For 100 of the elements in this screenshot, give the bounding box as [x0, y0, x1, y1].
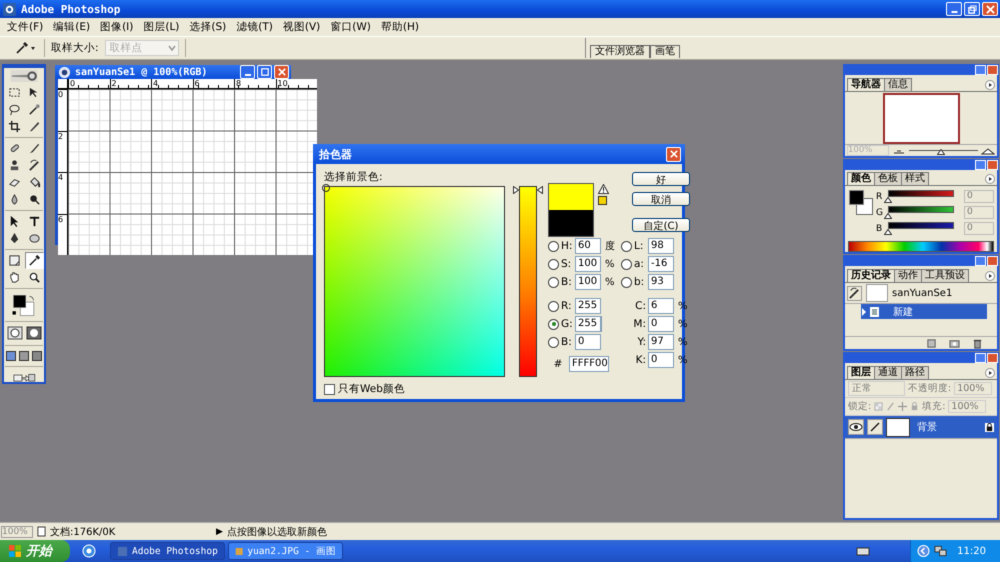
minimize-button[interactable] — [240, 65, 255, 79]
dialog-button[interactable]: 取消 — [632, 192, 690, 206]
keyboard-icon[interactable] — [856, 546, 870, 556]
minimize-button[interactable] — [975, 65, 986, 75]
hex-input-field[interactable]: FFFF00 — [569, 356, 609, 372]
status-menu-arrow[interactable]: ▶ — [216, 526, 223, 536]
palette-tab[interactable]: 文件浏览器 — [590, 45, 650, 58]
camera-icon[interactable] — [949, 338, 960, 348]
radio-button[interactable] — [548, 336, 559, 348]
start-button[interactable]: 开始 — [0, 540, 70, 562]
input-field[interactable]: 0 — [575, 334, 601, 350]
panel-menu-icon[interactable] — [985, 271, 995, 281]
grid-canvas[interactable] — [68, 89, 317, 255]
quick-mask-icon[interactable] — [26, 326, 42, 340]
menu-item[interactable]: 视图(V) — [278, 20, 326, 34]
panel-tab[interactable]: 通道 — [874, 366, 902, 379]
panel-tab[interactable]: 信息 — [884, 78, 912, 91]
taskbar-button[interactable]: yuan2.JPG - 画图 — [228, 542, 343, 560]
chevron-icon[interactable] — [917, 545, 930, 557]
trash-icon[interactable] — [972, 338, 983, 348]
gamut-swatch-icon[interactable] — [598, 196, 607, 205]
network-icon[interactable] — [934, 545, 948, 557]
knife-icon — [28, 120, 40, 134]
minimize-button[interactable] — [975, 353, 986, 363]
input-field[interactable]: 60 — [575, 238, 601, 254]
minimize-button[interactable] — [946, 2, 962, 16]
browser-icon[interactable] — [82, 544, 96, 558]
maximize-button[interactable] — [257, 65, 272, 79]
slider-thumb[interactable] — [513, 186, 544, 194]
brush-icon[interactable] — [867, 419, 883, 435]
radio-button[interactable] — [621, 276, 632, 288]
tool-button[interactable] — [24, 252, 44, 270]
history-state[interactable]: 新建 — [861, 304, 987, 319]
close-button[interactable] — [274, 65, 289, 79]
close-button[interactable] — [987, 256, 998, 266]
panel-tab[interactable]: 历史记录 — [847, 269, 895, 282]
checkerboard-icon[interactable] — [874, 402, 884, 411]
navigator-preview[interactable] — [882, 92, 960, 144]
panel-tab[interactable]: 动作 — [894, 269, 922, 282]
color-spectrum-bar[interactable] — [848, 241, 994, 252]
radio-button[interactable] — [548, 258, 559, 270]
input-field[interactable]: 0 — [648, 316, 674, 332]
minimize-button[interactable] — [975, 160, 986, 170]
input-field[interactable]: 93 — [648, 274, 674, 290]
panel-tab[interactable]: 工具预设 — [921, 269, 969, 282]
warning-triangle-icon[interactable] — [598, 184, 609, 194]
panel-tab[interactable]: 图层 — [847, 366, 875, 379]
close-button[interactable] — [987, 353, 998, 363]
panel-menu-icon[interactable] — [985, 368, 995, 378]
menu-item[interactable]: 文件(F) — [2, 20, 48, 34]
layer-thumbnail — [886, 418, 910, 436]
panel-menu-icon[interactable] — [985, 80, 995, 90]
input-field[interactable]: 255 — [575, 316, 602, 332]
menu-item[interactable]: 选择(S) — [184, 20, 232, 34]
minimize-button[interactable] — [975, 256, 986, 266]
menu-item[interactable]: 图层(L) — [138, 20, 184, 34]
restore-button[interactable] — [964, 2, 980, 16]
radio-button[interactable] — [621, 258, 632, 270]
input-field[interactable]: 98 — [648, 238, 674, 254]
palette-tab[interactable]: 画笔 — [650, 45, 680, 58]
screen-mode-icon[interactable] — [6, 350, 16, 361]
hue-slider[interactable] — [513, 186, 542, 377]
input-field[interactable]: 0 — [648, 352, 674, 368]
input-field[interactable]: 255 — [575, 298, 601, 314]
close-button[interactable] — [666, 146, 681, 162]
close-button[interactable] — [987, 65, 998, 75]
color-field[interactable] — [324, 186, 506, 377]
eyedropper-preset-icon[interactable] — [14, 41, 38, 55]
taskbar-button[interactable]: Adobe Photoshop — [110, 542, 225, 560]
panel-tab[interactable]: 路径 — [901, 366, 929, 379]
radio-button[interactable] — [548, 300, 559, 312]
input-field[interactable]: -16 — [648, 256, 674, 272]
input-field[interactable]: 97 — [648, 334, 674, 350]
zoom-in-icon[interactable] — [981, 146, 995, 154]
menu-item[interactable]: 编辑(E) — [48, 20, 96, 34]
radio-button[interactable] — [548, 240, 559, 252]
radio-button[interactable] — [548, 276, 559, 288]
standard-mode-icon[interactable] — [6, 326, 22, 340]
dialog-button[interactable]: 自定(C) — [632, 218, 690, 232]
radio-button[interactable] — [621, 240, 632, 252]
eye-icon[interactable] — [848, 419, 864, 435]
checkbox[interactable] — [324, 384, 335, 394]
radio-button[interactable] — [548, 318, 559, 330]
layer-row[interactable]: 背景 — [845, 416, 997, 439]
input-field[interactable]: 6 — [648, 298, 674, 314]
screen-mode-icon[interactable] — [32, 350, 42, 361]
document-icon[interactable] — [37, 526, 46, 537]
menu-item[interactable]: 帮助(H) — [376, 20, 424, 34]
history-brush-icon[interactable] — [847, 286, 862, 300]
close-button[interactable] — [982, 2, 998, 16]
input-field[interactable]: 100 — [575, 274, 601, 290]
screen-mode-icon[interactable] — [19, 350, 29, 361]
menu-item[interactable]: 图像(I) — [95, 20, 138, 34]
menu-item[interactable]: 窗口(W) — [325, 20, 376, 34]
input-field[interactable]: 100 — [575, 256, 601, 272]
panel-tab[interactable]: 导航器 — [847, 78, 885, 91]
dialog-button[interactable]: 好 — [632, 172, 690, 186]
close-button[interactable] — [987, 160, 998, 170]
panel-menu-icon[interactable] — [985, 174, 995, 184]
menu-item[interactable]: 滤镜(T) — [231, 20, 278, 34]
